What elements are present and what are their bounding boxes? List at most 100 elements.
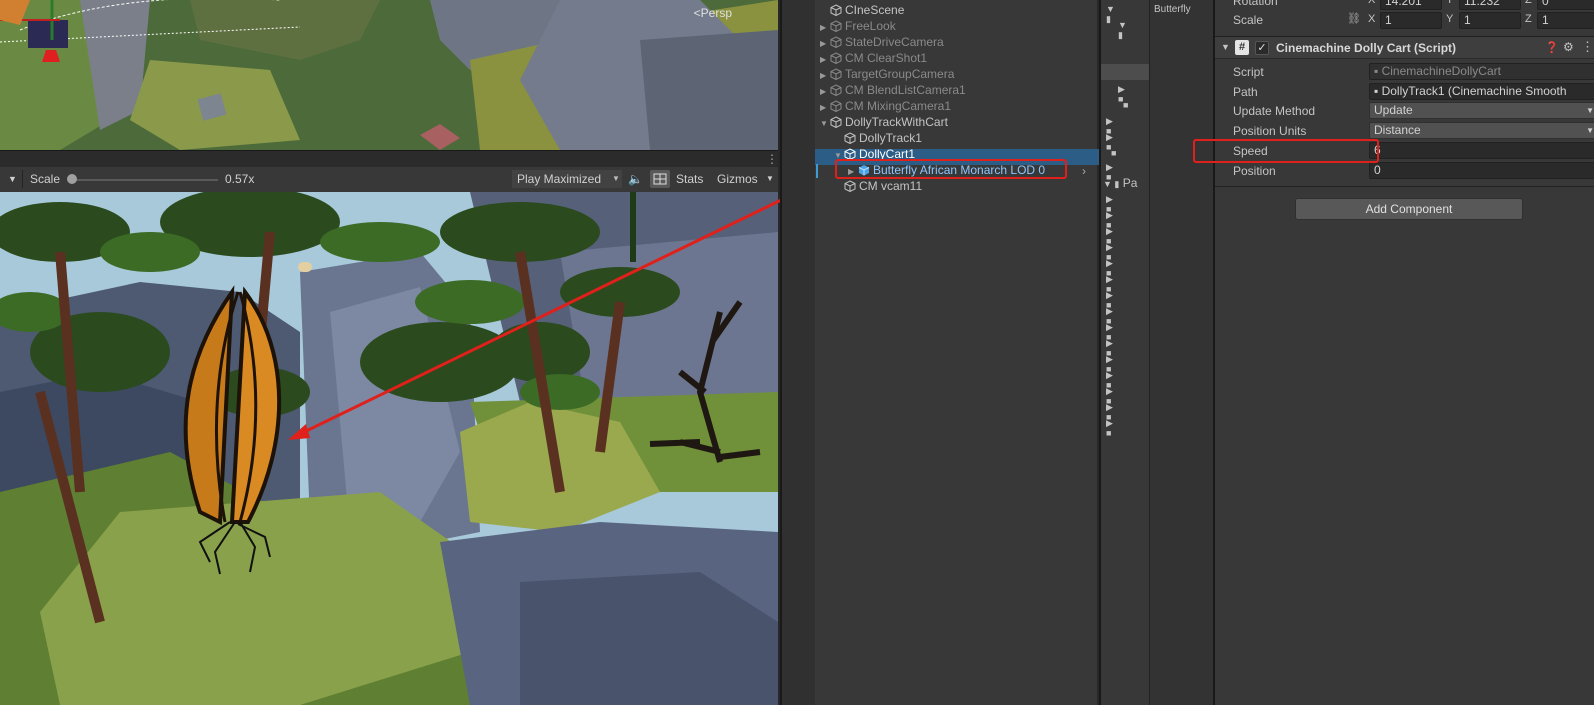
folder-expand-icon[interactable]: ▼ ▮ bbox=[1106, 4, 1120, 24]
speed-field[interactable]: 6 bbox=[1369, 142, 1594, 159]
position-field[interactable]: 0 bbox=[1369, 162, 1594, 179]
folder-icon[interactable]: ■ bbox=[1106, 148, 1120, 158]
gameobject-icon bbox=[830, 100, 842, 113]
scale-y-field[interactable]: 1 bbox=[1459, 12, 1521, 29]
gameobject-icon bbox=[830, 36, 842, 49]
folder-icon[interactable]: ▶ ■ bbox=[1106, 338, 1120, 358]
hierarchy-item-label: FreeLook bbox=[845, 19, 896, 33]
folder-icon[interactable]: ▶ ■ bbox=[1106, 402, 1120, 422]
path-field[interactable]: ▪ DollyTrack1 (Cinemachine Smooth bbox=[1369, 83, 1594, 100]
script-label: Script bbox=[1233, 65, 1264, 79]
script-icon: # bbox=[1235, 40, 1249, 55]
path-label: Path bbox=[1233, 85, 1258, 99]
folder-icon[interactable]: ▶ ■ bbox=[1106, 242, 1120, 262]
folder-label: Pa bbox=[1122, 176, 1138, 190]
update-method-label: Update Method bbox=[1233, 104, 1316, 118]
folder-icon[interactable]: ▶ ■ bbox=[1106, 258, 1120, 278]
project-assets-panel[interactable]: Butterfly bbox=[1149, 0, 1213, 705]
collapse-arrow-icon[interactable]: ▼ bbox=[820, 116, 830, 132]
folder-icon[interactable]: ▶ ■ bbox=[1106, 354, 1120, 374]
gameobject-icon bbox=[830, 68, 842, 81]
folder-icon[interactable]: ▶ ■ bbox=[1106, 306, 1120, 326]
link-icon[interactable]: ⛓ bbox=[1347, 12, 1361, 25]
hierarchy-item-label: CM ClearShot1 bbox=[845, 51, 928, 65]
chevron-down-icon: ▼ bbox=[1586, 106, 1594, 115]
hierarchy-item-label: CM MixingCamera1 bbox=[845, 99, 952, 113]
asset-name[interactable]: Butterfly bbox=[1154, 4, 1191, 15]
folder-icon[interactable]: ▶ ■ bbox=[1106, 116, 1120, 136]
inspector-panel[interactable]: Rotation X 14.201 Y 11.232 Z 0 Scale ⛓ X… bbox=[1193, 0, 1594, 705]
folder-icon[interactable]: ▶ ■ bbox=[1106, 162, 1120, 182]
folder-icon[interactable]: ▶ ■ bbox=[1106, 210, 1120, 230]
hierarchy-item-label: CIneScene bbox=[845, 3, 905, 17]
folder-selection bbox=[1101, 64, 1151, 80]
hierarchy-item-freelook[interactable]: ▶ FreeLook bbox=[820, 18, 896, 34]
hierarchy-gutter bbox=[782, 0, 815, 705]
rotation-y-field[interactable]: 11.232 bbox=[1459, 0, 1521, 10]
add-component-button[interactable]: Add Component bbox=[1295, 198, 1523, 220]
gameobject-icon bbox=[844, 132, 856, 145]
hierarchy-item-cm-blendlistcamera1[interactable]: ▶ CM BlendListCamera1 bbox=[820, 82, 966, 98]
project-folder-tree[interactable]: ▼ ▮ ▼ ▮ ▶ ■ ■ ▶ ■ ▶ ■ ■ ▶ ■ ▼ ▮ Pa ▶ ■ ▶… bbox=[1099, 0, 1151, 705]
rotation-z-axis: Z bbox=[1525, 0, 1532, 6]
collapse-arrow-icon[interactable]: ▼ bbox=[1221, 42, 1230, 52]
rotation-y-axis: Y bbox=[1446, 0, 1454, 6]
update-method-dropdown[interactable]: Update ▼ bbox=[1369, 102, 1594, 119]
hierarchy-item-dollytrack1[interactable]: DollyTrack1 bbox=[844, 130, 922, 146]
hierarchy-item-cm-mixingcamera1[interactable]: ▶ CM MixingCamera1 bbox=[820, 98, 951, 114]
hierarchy-item-label: TargetGroupCamera bbox=[845, 67, 955, 81]
rotation-x-axis: X bbox=[1368, 0, 1376, 6]
enabled-checkbox[interactable]: ✓ bbox=[1255, 41, 1269, 55]
script-field: ▪ CinemachineDollyCart bbox=[1369, 63, 1594, 80]
hierarchy-item-dollytrackwithcart[interactable]: ▼ DollyTrackWithCart bbox=[820, 114, 948, 130]
folder-icon[interactable]: ▶ ■ bbox=[1106, 418, 1120, 438]
gameobject-icon bbox=[830, 20, 842, 33]
folder-icon[interactable]: ▶ ■ bbox=[1118, 84, 1132, 104]
gameobject-icon bbox=[830, 116, 842, 129]
gameobject-icon bbox=[830, 4, 842, 17]
folder-icon[interactable]: ▶ ■ bbox=[1106, 194, 1120, 214]
gameobject-icon bbox=[844, 180, 856, 193]
rotation-z-field[interactable]: 0 bbox=[1537, 0, 1594, 10]
help-icon[interactable]: ❓ bbox=[1545, 41, 1559, 54]
scale-x-field[interactable]: 1 bbox=[1380, 12, 1442, 29]
scale-x-axis: X bbox=[1368, 13, 1376, 25]
hierarchy-item-label: CM BlendListCamera1 bbox=[845, 83, 966, 97]
hierarchy-item-label: StateDriveCamera bbox=[845, 35, 944, 49]
project-folder-pa[interactable]: ▼ ▮ Pa bbox=[1103, 176, 1137, 190]
scale-z-axis: Z bbox=[1525, 13, 1532, 25]
hierarchy-item-cm-vcam11[interactable]: CM vcam11 bbox=[844, 178, 922, 194]
chevron-down-icon: ▼ bbox=[1586, 126, 1594, 135]
folder-icon[interactable]: ▶ ■ bbox=[1106, 290, 1120, 310]
hierarchy-item-statedrivecamera[interactable]: ▶ StateDriveCamera bbox=[820, 34, 944, 50]
scale-z-field[interactable]: 1 bbox=[1537, 12, 1594, 29]
folder-icon[interactable]: ▶ ■ bbox=[1106, 274, 1120, 294]
folder-icon[interactable]: ▶ ■ bbox=[1106, 386, 1120, 406]
rotation-label: Rotation bbox=[1233, 0, 1278, 8]
script-value: CinemachineDollyCart bbox=[1381, 64, 1501, 78]
hierarchy-item-label: DollyTrack1 bbox=[859, 131, 922, 145]
folder-icon[interactable]: ▶ ■ bbox=[1106, 370, 1120, 390]
presets-icon[interactable]: ⚙ bbox=[1563, 40, 1574, 54]
hierarchy-panel[interactable]: CIneScene ▶ FreeLook ▶ StateDriveCamera ▶ C… bbox=[780, 0, 1099, 705]
component-header[interactable]: ▼ # ✓ Cinemachine Dolly Cart (Script) ❓ … bbox=[1215, 36, 1594, 59]
position-units-dropdown[interactable]: Distance ▼ bbox=[1369, 122, 1594, 139]
rotation-x-field[interactable]: 14.201 bbox=[1380, 0, 1442, 10]
folder-icon[interactable]: ■ bbox=[1118, 100, 1132, 110]
hierarchy-item-cinescene[interactable]: CIneScene bbox=[830, 2, 904, 18]
prefab-open-arrow-icon[interactable]: › bbox=[1082, 164, 1086, 178]
hierarchy-item-targetgroupcamera[interactable]: ▶ TargetGroupCamera bbox=[820, 66, 954, 82]
update-method-value: Update bbox=[1374, 103, 1413, 117]
folder-expand-icon[interactable]: ▼ ▮ bbox=[1118, 20, 1132, 40]
gameobject-icon bbox=[830, 52, 842, 65]
folder-icon[interactable]: ▶ ■ bbox=[1106, 132, 1120, 152]
hierarchy-item-cm-clearshot1[interactable]: ▶ CM ClearShot1 bbox=[820, 50, 927, 66]
more-options-icon[interactable]: ⋮ bbox=[1581, 39, 1594, 55]
divider bbox=[1215, 186, 1594, 187]
annotation-box-butterfly bbox=[835, 159, 1067, 179]
position-label: Position bbox=[1233, 164, 1276, 178]
row-indicator bbox=[816, 164, 818, 178]
folder-icon[interactable]: ▶ ■ bbox=[1106, 226, 1120, 246]
folder-icon[interactable]: ▶ ■ bbox=[1106, 322, 1120, 342]
gameobject-icon bbox=[830, 84, 842, 97]
